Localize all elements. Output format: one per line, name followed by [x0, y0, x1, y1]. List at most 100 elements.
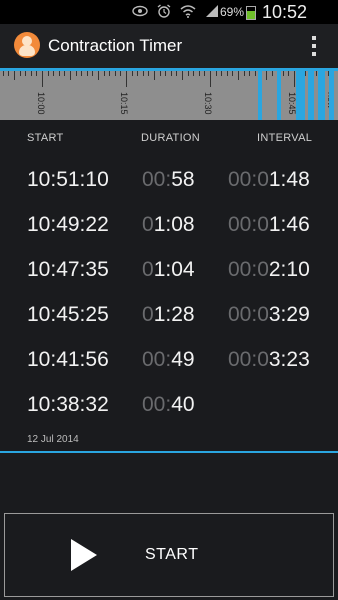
table-row[interactable]: 10:38:32 00:40: [0, 393, 338, 438]
contraction-mark: [257, 71, 262, 120]
play-icon: [71, 539, 97, 571]
duration: 01:08: [142, 213, 195, 237]
interval: 00:01:48: [228, 168, 310, 192]
timeline-tick: [120, 71, 122, 76]
alarm-icon: [156, 4, 172, 18]
interval: 00:01:46: [228, 213, 310, 237]
header-interval: INTERVAL: [257, 132, 313, 144]
timeline-tick: [137, 71, 139, 76]
start-time: 10:51:10: [27, 168, 109, 191]
status-bar: 69% 10:52 AM: [0, 0, 338, 43]
status-icons: [132, 4, 220, 18]
timeline-tick: [47, 71, 49, 76]
timeline-tick: [126, 71, 127, 87]
table-row[interactable]: 10:49:22 01:08 00:01:46: [0, 213, 338, 258]
start-button[interactable]: START: [4, 513, 334, 597]
pregnant-woman-logo[interactable]: [14, 32, 40, 58]
timeline-tick: [98, 71, 99, 80]
timeline-tick: [316, 71, 318, 76]
contraction-mark: [296, 71, 305, 120]
timeline-tick: [182, 71, 183, 80]
table-row[interactable]: 10:45:25 01:28 00:03:29: [0, 303, 338, 348]
interval-prefix: 00:0: [228, 303, 269, 326]
duration: 01:04: [142, 258, 195, 282]
timeline[interactable]: 10:0010:1510:3010:45now: [0, 68, 338, 120]
timeline-tick: [176, 71, 178, 76]
start-time: 10:45:25: [27, 303, 109, 326]
duration-prefix: 0: [142, 303, 154, 326]
contraction-mark: [328, 71, 334, 120]
timeline-tick: [109, 71, 111, 76]
interval: 00:03:29: [228, 303, 310, 327]
duration-value: 1:04: [153, 258, 195, 281]
header-start: START: [27, 132, 64, 144]
table-row[interactable]: 10:47:35 01:04 00:02:10: [0, 258, 338, 303]
timeline-tick: [42, 71, 43, 87]
table-row[interactable]: 10:51:10 00:58 00:01:48: [0, 168, 338, 213]
action-bar: Contraction Timer: [0, 24, 338, 68]
timeline-tick: [249, 71, 251, 76]
timeline-tick: [64, 71, 66, 76]
timeline-tick: [148, 71, 150, 76]
timeline-tick: [53, 71, 55, 76]
start-time: 10:41:56: [27, 348, 109, 371]
timeline-tick: [243, 71, 245, 76]
timeline-tick: [170, 71, 172, 76]
timeline-tick: [198, 71, 200, 76]
timeline-tick: [19, 71, 21, 76]
timeline-tick: [36, 71, 38, 76]
duration-value: 58: [171, 168, 195, 191]
interval-prefix: 00:0: [228, 168, 269, 191]
timeline-label: 10:15: [119, 92, 129, 115]
interval: 00:02:10: [228, 258, 310, 282]
contraction-mark: [276, 71, 282, 120]
interval-value: 1:48: [268, 168, 310, 191]
timeline-tick: [25, 71, 27, 76]
duration: 00:49: [142, 348, 195, 372]
timeline-tick: [75, 71, 77, 76]
timeline-tick: [114, 71, 116, 76]
duration-value: 40: [171, 393, 195, 416]
timeline-tick: [131, 71, 133, 76]
timeline-tick: [294, 71, 295, 87]
timeline-tick: [266, 71, 267, 80]
interval-value: 2:10: [268, 258, 310, 281]
start-time: 10:49:22: [27, 213, 109, 236]
timeline-tick: [165, 71, 167, 76]
interval-value: 3:29: [268, 303, 310, 326]
timeline-tick: [92, 71, 94, 76]
overflow-menu-icon[interactable]: [312, 36, 316, 56]
timeline-tick: [159, 71, 161, 76]
timeline-tick: [187, 71, 189, 76]
timeline-top-border: [0, 68, 338, 71]
timeline-tick: [305, 71, 307, 76]
timeline-tick: [221, 71, 223, 76]
start-button-label: START: [145, 546, 199, 563]
timeline-tick: [142, 71, 144, 76]
wifi-icon: [180, 4, 196, 18]
timeline-tick: [8, 71, 10, 76]
contraction-mark: [318, 71, 325, 120]
timeline-tick: [254, 71, 256, 76]
contraction-mark: [308, 71, 315, 120]
timeline-tick: [210, 71, 211, 87]
timeline-tick: [282, 71, 284, 76]
eye-icon: [132, 4, 148, 18]
duration: 01:28: [142, 303, 195, 327]
duration-value: 49: [171, 348, 195, 371]
timeline-tick: [86, 71, 88, 76]
timeline-tick: [30, 71, 32, 76]
timeline-tick: [193, 71, 195, 76]
interval-value: 1:46: [268, 213, 310, 236]
interval-value: 3:23: [268, 348, 310, 371]
table-row[interactable]: 10:41:56 00:49 00:03:23: [0, 348, 338, 393]
timeline-tick: [70, 71, 71, 80]
timeline-label: 10:30: [203, 92, 213, 115]
signal-icon: [204, 4, 220, 18]
battery-icon: [246, 6, 256, 20]
duration-prefix: 0: [142, 213, 154, 236]
duration-prefix: 00:: [142, 393, 172, 416]
timeline-tick: [81, 71, 83, 76]
duration-prefix: 00:: [142, 348, 172, 371]
timeline-tick: [14, 71, 15, 80]
